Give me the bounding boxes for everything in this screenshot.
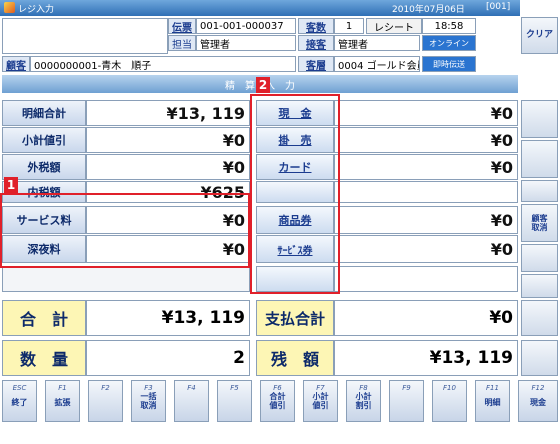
fkey-f12-key: F12 — [531, 384, 545, 392]
service-ticket-value: ¥0 — [334, 235, 518, 263]
side-button-2[interactable] — [521, 140, 558, 178]
customer-cancel-button[interactable]: 顧客 取消 — [521, 204, 558, 242]
callout-tag-2: 2 — [256, 77, 270, 93]
fkey-f7-label: 小計 値引 — [312, 392, 329, 410]
side-button-8[interactable] — [521, 340, 558, 376]
subtotal-discount-value: ¥0 — [86, 127, 250, 153]
fkey-f8-key: F8 — [359, 384, 368, 392]
fkey-f7-key: F7 — [316, 384, 325, 392]
fkey-f1-key: F1 — [58, 384, 67, 392]
window-title: レジ入力 — [18, 5, 55, 15]
empty-row — [2, 266, 250, 292]
side-button-1[interactable] — [521, 100, 558, 138]
side-button-6[interactable] — [521, 274, 558, 298]
payment-total-value: ¥0 — [334, 300, 518, 336]
fkey-f4-key: F4 — [187, 384, 196, 392]
fkey-f11-key: F11 — [486, 384, 499, 392]
fkey-f6-total-discount[interactable]: F6 合計 値引 — [260, 380, 295, 422]
time-display: 18:58 — [422, 18, 476, 34]
fkey-f2-key: F2 — [101, 384, 110, 392]
callout-tag-1: 1 — [4, 177, 18, 193]
fkey-f9-key: F9 — [402, 384, 411, 392]
customer-value: 0000000001-青木 順子 — [30, 56, 296, 72]
receipt-button[interactable]: レシート — [366, 18, 422, 34]
fkey-f7-subtotal-discount[interactable]: F7 小計 値引 — [303, 380, 338, 422]
total-label: 合 計 — [2, 300, 86, 336]
customer-name-display — [2, 18, 168, 54]
payment-slot-empty-1-value — [334, 181, 518, 203]
instant-send-indicator: 即時伝送 — [422, 56, 476, 72]
fkey-f9[interactable]: F9 — [389, 380, 424, 422]
fkey-esc-key: ESC — [12, 384, 27, 392]
balance-value: ¥13, 119 — [334, 340, 518, 376]
callout-box-2 — [250, 94, 340, 294]
terminal-code: [001] — [486, 2, 511, 12]
gift-certificate-value: ¥0 — [334, 206, 518, 234]
fkey-esc-label: 終了 — [11, 398, 28, 407]
fkey-f2[interactable]: F2 — [88, 380, 123, 422]
fkey-f12-label: 現金 — [530, 398, 546, 407]
slip-number: 001-001-000037 — [196, 18, 296, 34]
online-indicator: オンライン — [422, 35, 476, 51]
payment-total-label: 支払合計 — [256, 300, 334, 336]
card-value: ¥0 — [334, 154, 518, 180]
customer-type-value: 0004 ゴールド会員 — [334, 56, 420, 72]
fkey-f12-cash[interactable]: F12 現金 — [518, 380, 558, 422]
staff-value: 管理者 — [196, 35, 296, 51]
fkey-f1-extend[interactable]: F1 拡張 — [45, 380, 80, 422]
guest-count: 1 — [334, 18, 364, 34]
fkey-esc-exit[interactable]: ESC 終了 — [2, 380, 37, 422]
fkey-f3-key: F3 — [144, 384, 153, 392]
quantity-label: 数 量 — [2, 340, 86, 376]
date-display: 2010年07月06日 — [392, 5, 465, 15]
fkey-f3-label: 一括 取消 — [140, 392, 157, 410]
customer-type-label[interactable]: 客層 — [298, 56, 334, 72]
detail-total-value: ¥13, 119 — [86, 100, 250, 126]
total-value: ¥13, 119 — [86, 300, 250, 336]
clear-button[interactable]: クリア — [521, 17, 558, 54]
slip-label[interactable]: 伝票 — [168, 18, 196, 34]
credit-sale-value: ¥0 — [334, 127, 518, 153]
staff-label: 担当 — [168, 35, 196, 51]
quantity-value: 2 — [86, 340, 250, 376]
callout-box-1 — [0, 193, 250, 268]
side-button-3[interactable] — [521, 180, 558, 202]
fkey-f1-label: 拡張 — [54, 398, 71, 407]
cash-value: ¥0 — [334, 100, 518, 126]
fkey-f3-bulk-cancel[interactable]: F3 一括 取消 — [131, 380, 166, 422]
side-button-7[interactable] — [521, 300, 558, 336]
fkey-f10-key: F10 — [443, 384, 456, 392]
fkey-f11-label: 明細 — [484, 398, 501, 407]
fkey-f6-key: F6 — [273, 384, 282, 392]
payment-slot-empty-2-value — [334, 266, 518, 292]
fkey-f6-label: 合計 値引 — [269, 392, 286, 410]
detail-total-label: 明細合計 — [2, 100, 86, 126]
server-label[interactable]: 接客 — [298, 35, 334, 51]
fkey-f5-key: F5 — [230, 384, 239, 392]
guest-count-label[interactable]: 客数 — [298, 18, 334, 34]
external-tax-value: ¥0 — [86, 154, 250, 180]
fkey-f10[interactable]: F10 — [432, 380, 467, 422]
server-value: 管理者 — [334, 35, 420, 51]
fkey-f4[interactable]: F4 — [174, 380, 209, 422]
balance-label: 残 額 — [256, 340, 334, 376]
fkey-f11-details[interactable]: F11 明細 — [475, 380, 510, 422]
subtotal-discount-label: 小計値引 — [2, 127, 86, 153]
customer-label[interactable]: 顧客 — [2, 56, 30, 72]
fkey-f8-label: 小計 割引 — [355, 392, 372, 410]
fkey-f5[interactable]: F5 — [217, 380, 252, 422]
app-icon — [4, 2, 15, 13]
title-bar: レジ入力 2010年07月06日 [001] — [0, 0, 520, 16]
side-button-5[interactable] — [521, 244, 558, 272]
fkey-f8-subtotal-percent[interactable]: F8 小計 割引 — [346, 380, 381, 422]
